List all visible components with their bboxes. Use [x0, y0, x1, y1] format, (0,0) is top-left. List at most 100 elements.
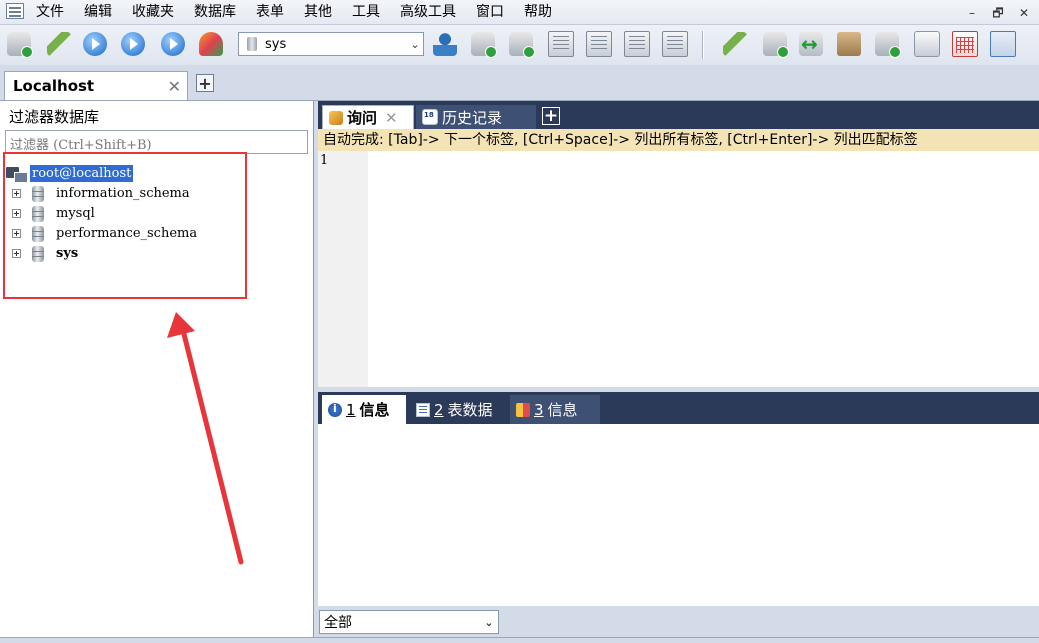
line-number: 1	[320, 153, 329, 168]
window-controls: – 🗗 ✕	[961, 3, 1035, 23]
scheduler-icon	[875, 32, 901, 58]
new-connection-button[interactable]	[4, 29, 34, 59]
tab-info[interactable]: 1 信息	[322, 395, 406, 424]
create-database-icon	[471, 32, 497, 58]
minimize-button[interactable]: –	[961, 3, 983, 23]
tab-history-label: 历史记录	[442, 108, 503, 127]
scheduler-button[interactable]	[872, 29, 902, 59]
color-tool-icon	[199, 32, 223, 56]
user-manager-button[interactable]	[430, 29, 460, 59]
execute-edit-button[interactable]	[158, 29, 188, 59]
results-filter-select[interactable]: 全部 ⌄	[319, 610, 499, 634]
schema-tree-button[interactable]	[988, 29, 1018, 59]
tab-localhost[interactable]: Localhost ✕	[4, 71, 188, 100]
menu-other[interactable]: 其他	[304, 3, 332, 21]
execute-edit-icon	[161, 32, 185, 56]
filter-input[interactable]: 过滤器 (Ctrl+Shift+B)	[5, 130, 308, 154]
query-builder-icon	[952, 31, 978, 57]
user-icon	[433, 32, 457, 56]
tab-number: 1	[346, 400, 356, 419]
annotation-highlight-box	[3, 152, 247, 299]
line-gutter	[318, 151, 368, 387]
app-menu-icon[interactable]	[6, 3, 24, 19]
tab-table-data[interactable]: 2 表数据	[410, 395, 504, 424]
message-icon	[516, 402, 530, 417]
results-tab-bar: 1 信息 2 表数据 3 信息	[318, 392, 1039, 424]
chevron-down-icon: ⌄	[410, 37, 420, 51]
calendar-icon	[422, 109, 438, 125]
notification-icon	[914, 31, 940, 57]
tab-query-label: 询问	[347, 109, 378, 127]
add-connection-button[interactable]: +	[196, 74, 214, 92]
results-panel	[318, 424, 1039, 606]
connection-tab-label: Localhost	[13, 77, 95, 95]
restore-db-button[interactable]	[546, 29, 576, 59]
tab-messages[interactable]: 3 信息	[510, 395, 600, 424]
color-tool-button[interactable]	[196, 29, 226, 59]
table-icon	[586, 31, 612, 57]
menu-advanced-tools[interactable]: 高级工具	[400, 3, 456, 21]
editor-tab-bar: 询问 ✕ 历史记录 +	[318, 101, 1039, 129]
query-builder-button[interactable]	[950, 29, 980, 59]
menu-favorites[interactable]: 收藏夹	[132, 3, 174, 21]
menu-help[interactable]: 帮助	[524, 3, 552, 21]
menu-window[interactable]: 窗口	[476, 3, 504, 21]
execute-icon	[83, 32, 107, 56]
query-icon	[329, 110, 343, 125]
schema-designer-button[interactable]	[720, 29, 750, 59]
tab-number: 3	[534, 400, 544, 419]
menu-bar: 文件 编辑 收藏夹 数据库 表单 其他 工具 高级工具 窗口 帮助 – 🗗 ✕	[0, 0, 1039, 25]
copy-table-icon	[662, 31, 688, 57]
sync-icon	[799, 32, 823, 56]
menu-table[interactable]: 表单	[256, 3, 284, 21]
menu-database[interactable]: 数据库	[194, 3, 236, 21]
copy-table-button[interactable]	[660, 29, 690, 59]
new-query-button[interactable]	[44, 29, 74, 59]
import-icon	[763, 32, 789, 58]
menu-items: 文件 编辑 收藏夹 数据库 表单 其他 工具 高级工具 窗口 帮助	[36, 3, 572, 21]
database-selector-value: sys	[265, 36, 287, 52]
restore-button[interactable]: 🗗	[987, 3, 1009, 23]
table-data-icon	[624, 31, 650, 57]
status-bar	[0, 637, 1039, 643]
menu-tools[interactable]: 工具	[352, 3, 380, 21]
connection-icon	[7, 32, 33, 58]
schema-designer-icon	[723, 32, 747, 56]
table-data-button[interactable]	[622, 29, 652, 59]
tab-info-label: 信息	[359, 401, 390, 419]
migration-icon	[837, 32, 861, 56]
execute-all-icon	[121, 32, 145, 56]
execute-all-button[interactable]	[118, 29, 148, 59]
close-window-button[interactable]: ✕	[1013, 3, 1035, 23]
add-tab-button[interactable]: +	[542, 107, 560, 125]
migration-button[interactable]	[834, 29, 864, 59]
backup-button[interactable]	[506, 29, 536, 59]
table-button[interactable]	[584, 29, 614, 59]
database-selector[interactable]: sys ⌄	[238, 32, 424, 56]
database-icon	[247, 37, 257, 51]
tab-history[interactable]: 历史记录	[416, 105, 536, 129]
object-browser-title: 过滤器数据库	[9, 108, 100, 126]
menu-edit[interactable]: 编辑	[84, 3, 112, 21]
close-icon[interactable]: ✕	[385, 109, 398, 127]
backup-icon	[509, 32, 535, 58]
sync-button[interactable]	[796, 29, 826, 59]
tab-query[interactable]: 询问 ✕	[322, 105, 414, 129]
menu-file[interactable]: 文件	[36, 3, 64, 21]
notification-button[interactable]	[912, 29, 942, 59]
query-editor-icon	[47, 32, 71, 56]
schema-tree-icon	[990, 31, 1016, 57]
tab-table-data-label: 表数据	[447, 401, 493, 419]
close-icon[interactable]: ✕	[168, 77, 181, 96]
table-icon	[416, 402, 430, 417]
execute-button[interactable]	[80, 29, 110, 59]
query-editor[interactable]: 自动完成: [Tab]-> 下一个标签, [Ctrl+Space]-> 列出所有…	[318, 129, 1039, 387]
chevron-down-icon: ⌄	[484, 615, 494, 629]
results-filter-bar: 全部 ⌄	[318, 606, 1039, 637]
tab-number: 2	[434, 400, 444, 419]
autocomplete-hint: 自动完成: [Tab]-> 下一个标签, [Ctrl+Space]-> 列出所有…	[318, 129, 1039, 151]
create-database-button[interactable]	[468, 29, 498, 59]
restore-icon	[548, 31, 574, 57]
info-icon	[328, 402, 342, 417]
import-button[interactable]	[760, 29, 790, 59]
